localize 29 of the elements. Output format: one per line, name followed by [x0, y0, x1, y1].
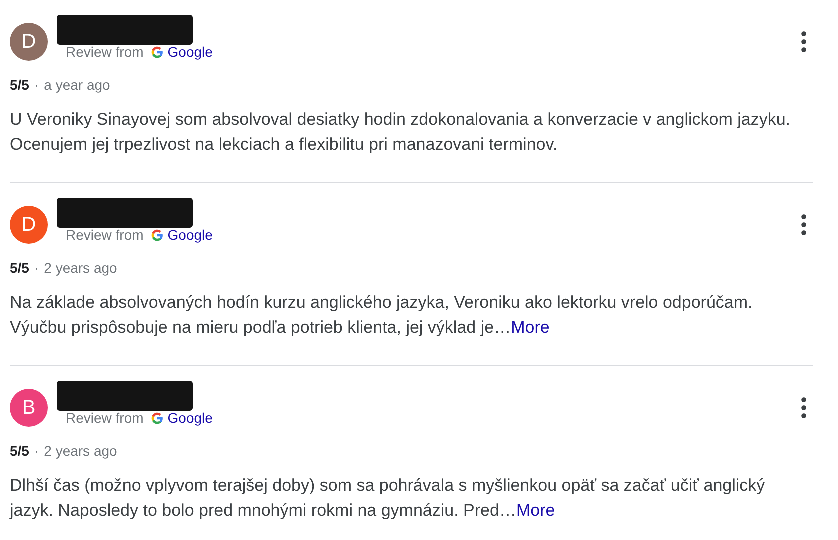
more-options-icon[interactable]	[801, 31, 807, 53]
review-text: U Veroniky Sinayovej som absolvoval desiatky hodin zdokonalovania a konverzacie v anglickom jazyku. Ocenujem jej trpezlivost na lekciach a flexibilitu pri manazovani terminov.	[10, 109, 792, 156]
more-link[interactable]: More	[511, 318, 550, 337]
review-text: Dlhší čas (možno vplyvom terajšej doby) som sa pohrávala s myšlienkou opäť sa začať učiť anglický jazyk. Naposledy to bolo pred mnohými rokmi na gymnáziu. Pred…More	[10, 475, 766, 522]
review-time: 2 years ago	[44, 260, 118, 276]
more-options-icon[interactable]	[801, 397, 807, 419]
source-name[interactable]: Google	[168, 410, 213, 426]
google-g-icon	[150, 228, 164, 242]
rating: 5/5	[10, 260, 30, 276]
source-label: Review from	[66, 410, 144, 426]
separator-dot: ·	[34, 77, 40, 93]
rating: 5/5	[10, 443, 30, 459]
source-label: Review from	[66, 227, 144, 243]
source-label: Review from	[66, 44, 144, 60]
google-g-icon	[150, 46, 164, 58]
review-text: Na základe absolvovaných hodín kurzu anglického jazyka, Veroniku ako lektorku vrelo odporúčam. Výučbu prispôsobuje na mieru podľa potrieb klienta, jej výklad je…More	[10, 292, 754, 339]
review-time: a year ago	[44, 77, 110, 93]
avatar: B	[10, 389, 48, 427]
more-link[interactable]: More	[516, 501, 556, 520]
separator-dot: ·	[34, 443, 40, 459]
source-name[interactable]: Google	[168, 227, 213, 243]
rating: 5/5	[10, 77, 30, 93]
more-options-icon[interactable]	[801, 214, 807, 236]
avatar: D	[10, 206, 48, 244]
google-g-icon	[150, 412, 164, 424]
review-time: 2 years ago	[44, 443, 118, 459]
avatar: D	[10, 23, 48, 61]
separator-dot: ·	[34, 260, 40, 276]
source-name[interactable]: Google	[168, 44, 213, 60]
